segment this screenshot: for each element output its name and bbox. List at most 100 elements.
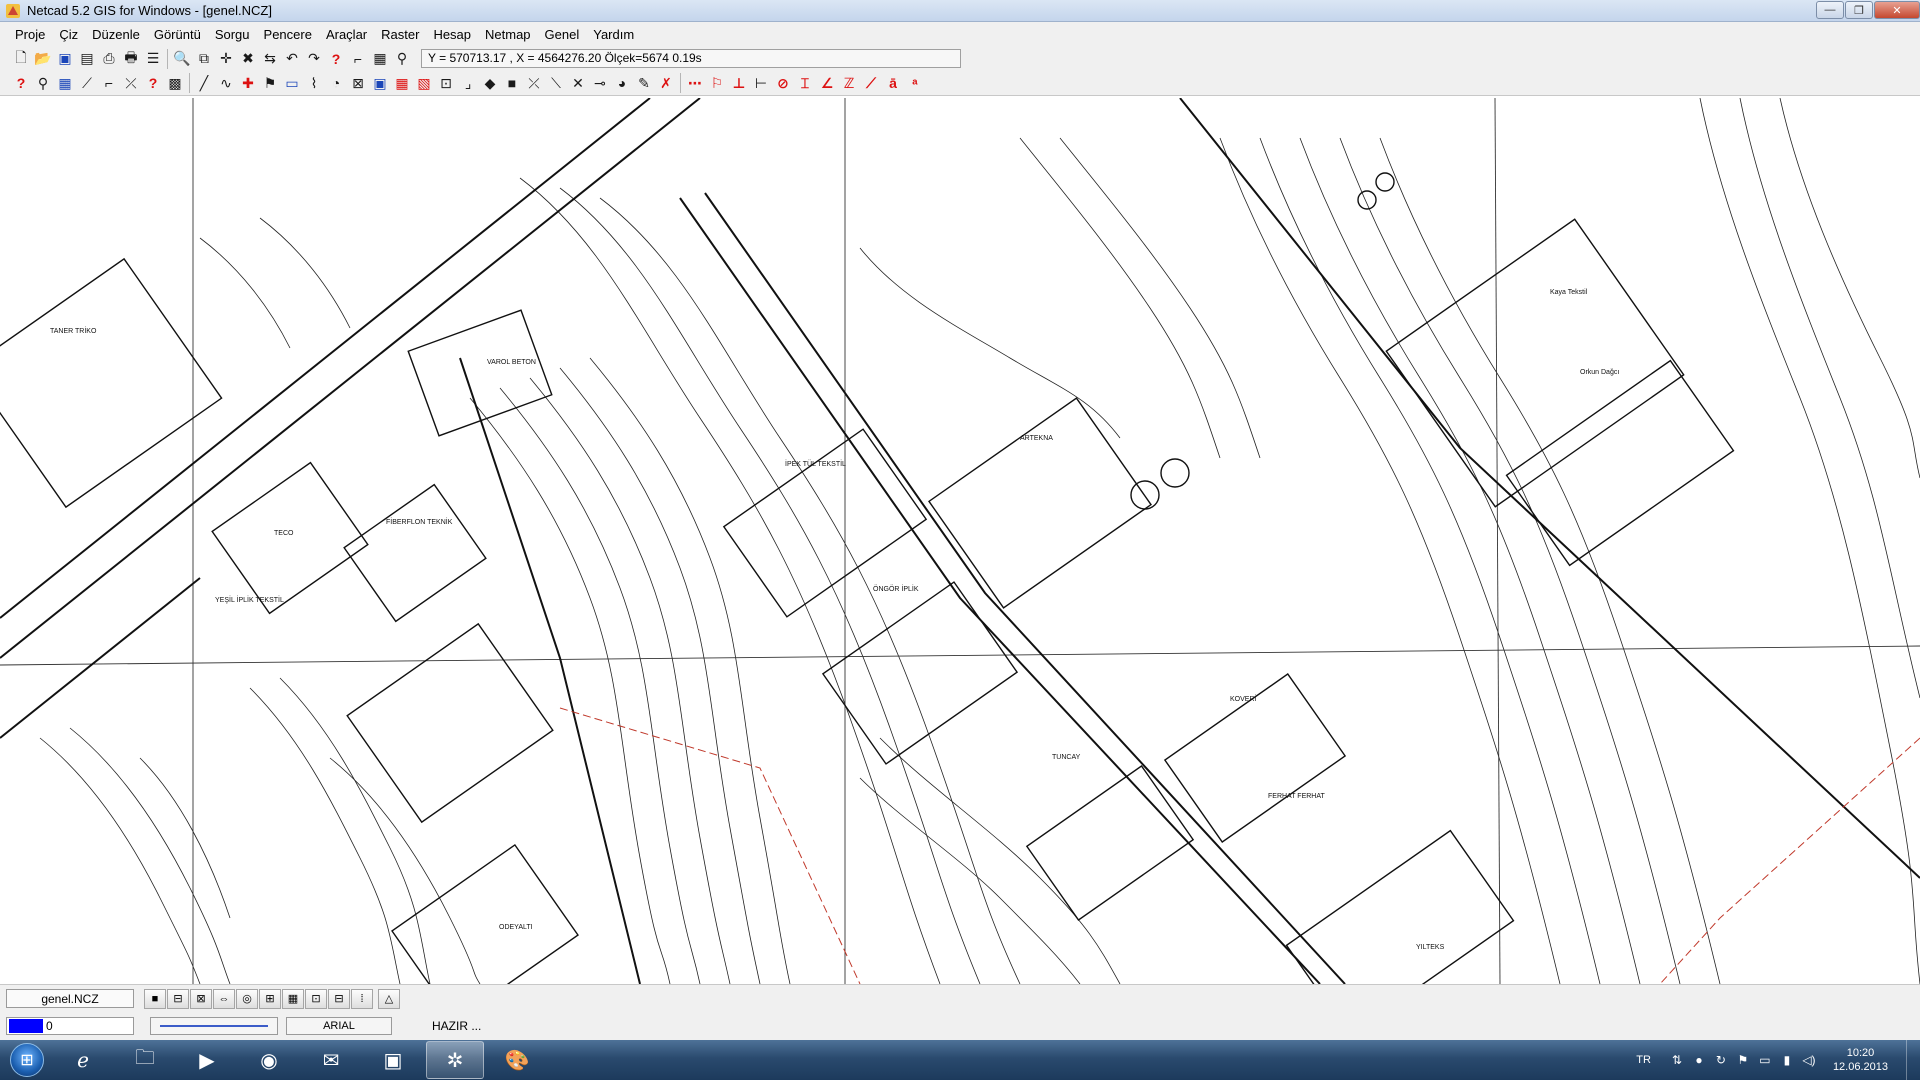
help-icon[interactable]: ? xyxy=(325,48,347,70)
slope-icon[interactable]: ⟋ xyxy=(860,72,882,94)
pin-icon[interactable]: ⚑ xyxy=(259,72,281,94)
menu-goruntu[interactable]: Görüntü xyxy=(147,27,208,42)
list-icon[interactable]: ☰ xyxy=(142,48,164,70)
eraser-icon[interactable]: ✗ xyxy=(655,72,677,94)
redo-icon[interactable]: ↷ xyxy=(303,48,325,70)
view-arrows-icon[interactable]: ⇔ xyxy=(213,988,235,1009)
layout-icon[interactable]: ▤ xyxy=(76,48,98,70)
pattern-icon[interactable]: ▧ xyxy=(413,72,435,94)
file-explorer-icon[interactable]: 🗀 xyxy=(116,1041,174,1079)
find-icon[interactable]: ⚲ xyxy=(32,72,54,94)
view-grid-icon[interactable]: ▦ xyxy=(282,988,304,1009)
table-icon[interactable]: ▦ xyxy=(54,72,76,94)
trim-icon[interactable]: ⤫ xyxy=(120,72,142,94)
netcad-task-icon[interactable]: ✲ xyxy=(426,1041,484,1079)
pan-icon[interactable]: ✛ xyxy=(215,48,237,70)
yxz-point-icon[interactable]: ✚ xyxy=(237,72,259,94)
save-icon[interactable]: ▣ xyxy=(54,48,76,70)
language-indicator[interactable]: TR xyxy=(1636,1054,1651,1066)
elevation-label-icon[interactable]: ⋯ xyxy=(684,72,706,94)
minimize-button[interactable]: — xyxy=(1816,1,1844,19)
height-label-icon[interactable]: ⌶ xyxy=(794,72,816,94)
hatch-icon[interactable]: ▦ xyxy=(391,72,413,94)
draw-curve-icon[interactable]: ∿ xyxy=(215,72,237,94)
corner-icon[interactable]: ⌟ xyxy=(457,72,479,94)
close-button[interactable]: ✕ xyxy=(1874,1,1920,19)
tray-monitor-icon[interactable]: ▭ xyxy=(1755,1053,1775,1067)
zoom-window-icon[interactable]: ⧉ xyxy=(193,48,215,70)
cut-icon[interactable]: ⤫ xyxy=(523,72,545,94)
layer-selector[interactable]: 0 xyxy=(6,1017,134,1035)
open-folder-icon[interactable]: 📂 xyxy=(32,48,54,70)
window-icon[interactable]: ▣ xyxy=(369,72,391,94)
menu-araclar[interactable]: Araçlar xyxy=(319,27,374,42)
z-label-icon[interactable]: ℤ xyxy=(838,72,860,94)
mail-icon[interactable]: ✉ xyxy=(302,1041,360,1079)
insert-icon[interactable]: ⊸ xyxy=(589,72,611,94)
view-pan-icon[interactable]: ⊟ xyxy=(167,988,189,1009)
profile-icon[interactable]: ⌇ xyxy=(303,72,325,94)
menu-raster[interactable]: Raster xyxy=(374,27,426,42)
menu-proje[interactable]: Proje xyxy=(8,27,52,42)
block-icon[interactable]: ▭ xyxy=(281,72,303,94)
node-icon[interactable]: ◆ xyxy=(479,72,501,94)
tray-flag-icon[interactable]: ⚑ xyxy=(1733,1053,1753,1067)
chrome-icon[interactable]: ◉ xyxy=(240,1041,298,1079)
maximize-button[interactable]: ❐ xyxy=(1845,1,1873,19)
print-icon[interactable]: 🖶 xyxy=(120,48,142,70)
grid-icon[interactable]: ▩ xyxy=(164,72,186,94)
query-icon[interactable]: ? xyxy=(10,72,32,94)
view-layer-icon[interactable]: ⊟ xyxy=(328,988,350,1009)
menu-ciz[interactable]: Çiz xyxy=(52,27,85,42)
cross-icon[interactable]: ✕ xyxy=(567,72,589,94)
square-node-icon[interactable]: ■ xyxy=(501,72,523,94)
bracket-icon[interactable]: ⌐ xyxy=(98,72,120,94)
text-frame-icon[interactable]: ⊡ xyxy=(435,72,457,94)
view-more-icon[interactable]: ⁞ xyxy=(351,988,373,1009)
search-icon[interactable]: ⚲ xyxy=(391,48,413,70)
frame-icon[interactable]: ⊠ xyxy=(347,72,369,94)
tray-app-icon[interactable]: ● xyxy=(1689,1053,1709,1067)
menu-sorgu[interactable]: Sorgu xyxy=(208,27,257,42)
start-button[interactable]: ⊞ xyxy=(4,1040,50,1080)
tray-sync-icon[interactable]: ↻ xyxy=(1711,1053,1731,1067)
text-tool-icon[interactable]: ᵃ xyxy=(904,72,926,94)
view-stop-icon[interactable]: ■ xyxy=(144,988,166,1009)
flag-icon[interactable]: ⚐ xyxy=(706,72,728,94)
drawing-file-tab[interactable]: genel.NCZ xyxy=(6,989,134,1008)
menu-genel[interactable]: Genel xyxy=(538,27,587,42)
map-view-icon[interactable]: ▦ xyxy=(369,48,391,70)
paint-icon[interactable]: 🎨 xyxy=(488,1041,546,1079)
menu-netmap[interactable]: Netmap xyxy=(478,27,538,42)
line-tool-icon[interactable]: ⟋ xyxy=(76,72,98,94)
presentation-icon[interactable]: ▣ xyxy=(364,1041,422,1079)
question-cursor-icon[interactable]: ? xyxy=(142,72,164,94)
measure-icon[interactable]: ◔ xyxy=(325,72,347,94)
diagonal-icon[interactable]: ⟍ xyxy=(545,72,567,94)
circle-dimension-icon[interactable]: ⊘ xyxy=(772,72,794,94)
adjust-icon[interactable]: ⇆ xyxy=(259,48,281,70)
tray-volume-icon[interactable]: ◁) xyxy=(1799,1053,1819,1067)
line-style-selector[interactable] xyxy=(150,1017,278,1035)
show-desktop-button[interactable] xyxy=(1906,1040,1920,1080)
view-fit-icon[interactable]: ⊠ xyxy=(190,988,212,1009)
menu-yardim[interactable]: Yardım xyxy=(586,27,641,42)
dimension-line-icon[interactable]: ⊢ xyxy=(750,72,772,94)
delete-icon[interactable]: ✖ xyxy=(237,48,259,70)
strike-text-icon[interactable]: ā xyxy=(882,72,904,94)
print-preview-icon[interactable]: ⎙ xyxy=(98,48,120,70)
menu-hesap[interactable]: Hesap xyxy=(426,27,478,42)
menu-pencere[interactable]: Pencere xyxy=(257,27,319,42)
view-ortho-icon[interactable]: ⊡ xyxy=(305,988,327,1009)
paint-icon[interactable]: ✎ xyxy=(633,72,655,94)
draw-line-icon[interactable]: ╱ xyxy=(193,72,215,94)
view-target-icon[interactable]: ◎ xyxy=(236,988,258,1009)
view-up-icon[interactable]: △ xyxy=(378,988,400,1009)
font-selector[interactable]: ARIAL xyxy=(286,1017,392,1035)
angle-icon[interactable]: ∠ xyxy=(816,72,838,94)
polyline-icon[interactable]: ⌐ xyxy=(347,48,369,70)
media-player-icon[interactable]: ▶ xyxy=(178,1041,236,1079)
map-drawing[interactable]: TANER TRİKO VAROL BETON İPEK TÜL TEKSTİL… xyxy=(0,98,1920,984)
dimension-icon[interactable]: ⊥ xyxy=(728,72,750,94)
zoom-icon[interactable]: 🔍 xyxy=(171,48,193,70)
